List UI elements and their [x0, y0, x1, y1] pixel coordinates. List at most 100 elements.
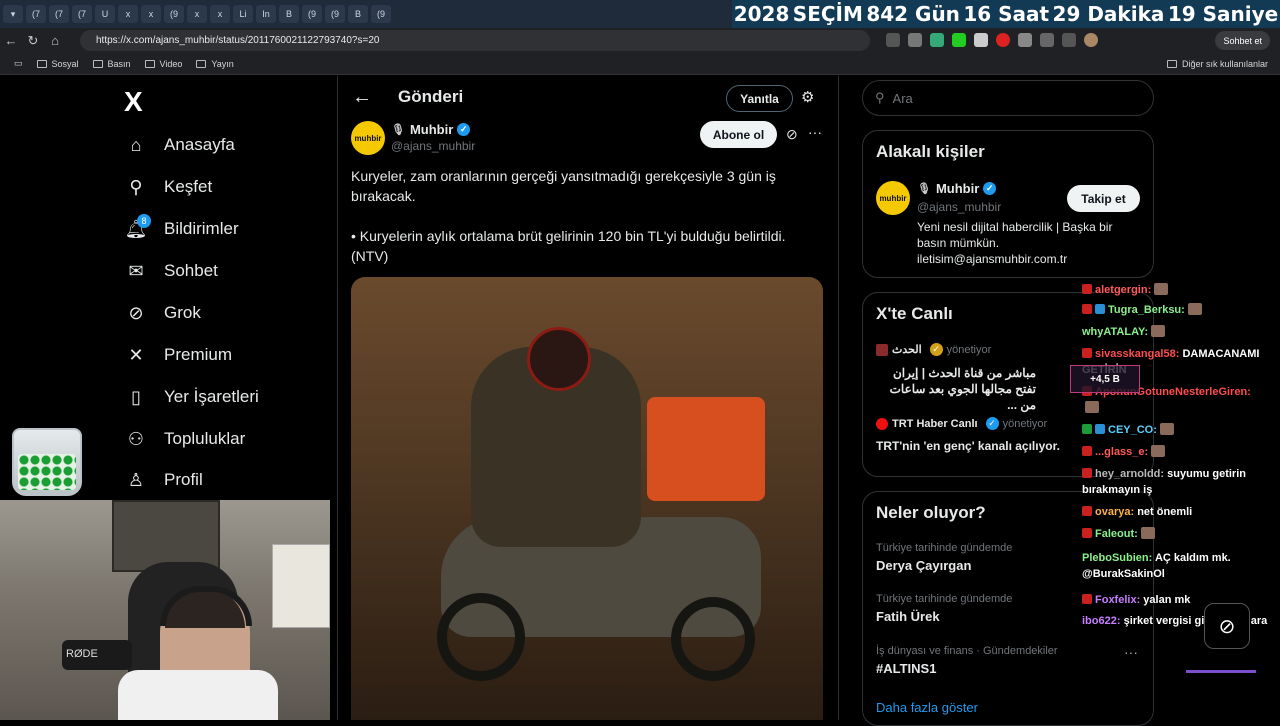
- x-icon: ✕: [128, 344, 144, 365]
- extension-icon[interactable]: [908, 33, 922, 47]
- grok-icon[interactable]: ⊘: [786, 126, 798, 143]
- sidebar-item-bookmarks[interactable]: ▯ Yer İşaretleri: [124, 382, 259, 412]
- browser-tab[interactable]: (9: [302, 5, 322, 23]
- sidebar-item-explore[interactable]: ⚲ Keşfet: [124, 172, 212, 202]
- extension-icon[interactable]: [886, 33, 900, 47]
- browser-tab[interactable]: (9: [164, 5, 184, 23]
- search-input[interactable]: ⚲ Ara: [862, 80, 1154, 116]
- bookmark-folder[interactable]: Basın: [92, 59, 131, 69]
- live-title[interactable]: مباشر من قناة الحدث | إيران تفتح مجالها …: [876, 365, 1036, 413]
- tab-menu-button[interactable]: ▾: [3, 5, 23, 23]
- trend-item[interactable]: Derya Çayırgan: [876, 558, 971, 573]
- donation-alert: +4,5 B: [1070, 365, 1140, 393]
- extension-icon[interactable]: [1040, 33, 1054, 47]
- browser-tab[interactable]: (7: [72, 5, 92, 23]
- reply-button[interactable]: Yanıtla: [726, 85, 793, 112]
- browser-tab[interactable]: Li: [233, 5, 253, 23]
- more-icon[interactable]: ···: [1124, 644, 1138, 660]
- home-icon: ⌂: [130, 134, 142, 155]
- live-title[interactable]: TRT'nin 'en genç' kanalı açılıyor.: [876, 439, 1060, 453]
- grok-icon[interactable]: ⊘: [1204, 603, 1250, 649]
- browser-tab[interactable]: x: [118, 5, 138, 23]
- chat-badge-icon: [1082, 594, 1092, 604]
- bookmark-folder[interactable]: Sosyal: [36, 59, 79, 69]
- trend-meta: İş dünyası ve finans · Gündemdekiler: [876, 645, 1058, 657]
- back-icon[interactable]: ←: [0, 30, 22, 52]
- sidebar-item-profile[interactable]: ♙ Profil: [124, 465, 203, 495]
- post-text-paragraph: • Kuryelerin aylık ortalama brüt gelirin…: [351, 228, 786, 264]
- microphone-icon: 🎙︎: [391, 124, 405, 136]
- sidebar-item-premium[interactable]: ✕ Premium: [124, 340, 232, 370]
- extension-icon[interactable]: [952, 33, 966, 47]
- extension-icon[interactable]: [974, 33, 988, 47]
- bookmark-folder[interactable]: Yayın: [196, 59, 234, 69]
- person-icon: ♙: [127, 469, 145, 490]
- live-host[interactable]: TRT Haber Canlı ✓ yönetiyor: [876, 417, 1047, 430]
- chat-message: ibo622: şirket vergisi giriyo bunlara: [1082, 615, 1268, 627]
- browser-tab[interactable]: (9: [325, 5, 345, 23]
- back-arrow-icon[interactable]: ←: [352, 86, 372, 109]
- bookmarks-menu-icon[interactable]: ▭: [14, 58, 23, 69]
- verified-icon: ✓: [983, 182, 997, 195]
- chat-message: ...glass_e:: [1082, 444, 1280, 460]
- countdown-days: 842 Gün: [866, 2, 960, 26]
- other-bookmarks[interactable]: Diğer sık kullanılanlar: [1166, 59, 1268, 69]
- url-field[interactable]: https://x.com/ajans_muhbir/status/201176…: [80, 30, 870, 51]
- countdown-label: SEÇİM: [792, 2, 863, 26]
- folder-icon: [1166, 59, 1177, 68]
- bookmark-folder[interactable]: Video: [144, 59, 182, 69]
- browser-tab[interactable]: B: [279, 5, 299, 23]
- subscribe-button[interactable]: Abone ol: [700, 121, 777, 148]
- browser-tab[interactable]: (7: [26, 5, 46, 23]
- browser-tab[interactable]: U: [95, 5, 115, 23]
- post-photo[interactable]: [351, 277, 823, 720]
- refresh-icon[interactable]: ↻: [22, 30, 44, 52]
- show-more-link[interactable]: Daha fazla göster: [876, 700, 978, 715]
- webcam-whiteboard: [272, 544, 330, 628]
- author-avatar[interactable]: muhbir: [351, 121, 385, 155]
- browser-tab[interactable]: In: [256, 5, 276, 23]
- browser-tab[interactable]: (9: [371, 5, 391, 23]
- follow-button[interactable]: Takip et: [1067, 185, 1140, 212]
- chat-badge-icon: [1082, 506, 1092, 516]
- related-avatar[interactable]: muhbir: [876, 181, 910, 215]
- sidebar-item-chat[interactable]: ✉ Sohbet: [124, 256, 217, 286]
- verified-icon: ✓: [985, 417, 999, 430]
- filter-icon[interactable]: ⚙: [801, 88, 814, 106]
- bookmarks-bar: ▭ Sosyal Basın Video Yayın Diğer sık kul…: [0, 53, 1280, 75]
- stream-chat-overlay: aletgergin: Tugra_Berksu: whyATALAY: siv…: [1082, 282, 1280, 650]
- bookmark-icon: ▯: [131, 386, 141, 407]
- browser-tab[interactable]: x: [141, 5, 161, 23]
- home-icon[interactable]: ⌂: [44, 30, 66, 52]
- scooter-wheel: [671, 597, 755, 681]
- scooter-wheel: [437, 593, 525, 681]
- countdown-minutes: 29 Dakika: [1052, 2, 1165, 26]
- extension-icon[interactable]: [1018, 33, 1032, 47]
- author-handle[interactable]: @ajans_muhbir: [391, 139, 475, 153]
- x-logo[interactable]: X: [124, 86, 143, 118]
- author-name[interactable]: 🎙︎ Muhbir ✓: [391, 122, 471, 137]
- sidebar-item-home[interactable]: ⌂ Anasayfa: [124, 130, 235, 160]
- sidebar-item-grok[interactable]: ⊘ Grok: [124, 298, 200, 328]
- folder-icon: [92, 59, 103, 68]
- trend-item[interactable]: #ALTINS1: [876, 661, 936, 676]
- profile-avatar[interactable]: [1084, 33, 1098, 47]
- browser-tab[interactable]: B: [348, 5, 368, 23]
- browser-tab[interactable]: x: [210, 5, 230, 23]
- mail-icon: ✉: [128, 260, 144, 281]
- trend-item[interactable]: Fatih Ürek: [876, 609, 940, 624]
- chat-message: PleboSubien: AÇ kaldım mk. @BurakSakinOl: [1082, 552, 1231, 580]
- related-handle[interactable]: @ajans_muhbir: [917, 200, 1001, 214]
- extension-icon[interactable]: [996, 33, 1010, 47]
- related-name[interactable]: 🎙︎ Muhbir ✓: [917, 181, 997, 196]
- extension-icon[interactable]: [930, 33, 944, 47]
- favorites-icon[interactable]: [1062, 33, 1076, 47]
- chat-message: Faleout:: [1082, 526, 1280, 542]
- sidebar-item-communities[interactable]: ⚇ Topluluklar: [124, 424, 245, 454]
- live-host[interactable]: الحدث ✓ yönetiyor: [876, 343, 991, 356]
- browser-tab[interactable]: (7: [49, 5, 69, 23]
- people-icon: ⚇: [127, 428, 145, 449]
- browser-tab[interactable]: x: [187, 5, 207, 23]
- copilot-chat-button[interactable]: Sohbet et: [1215, 31, 1270, 50]
- more-icon[interactable]: ···: [808, 124, 822, 140]
